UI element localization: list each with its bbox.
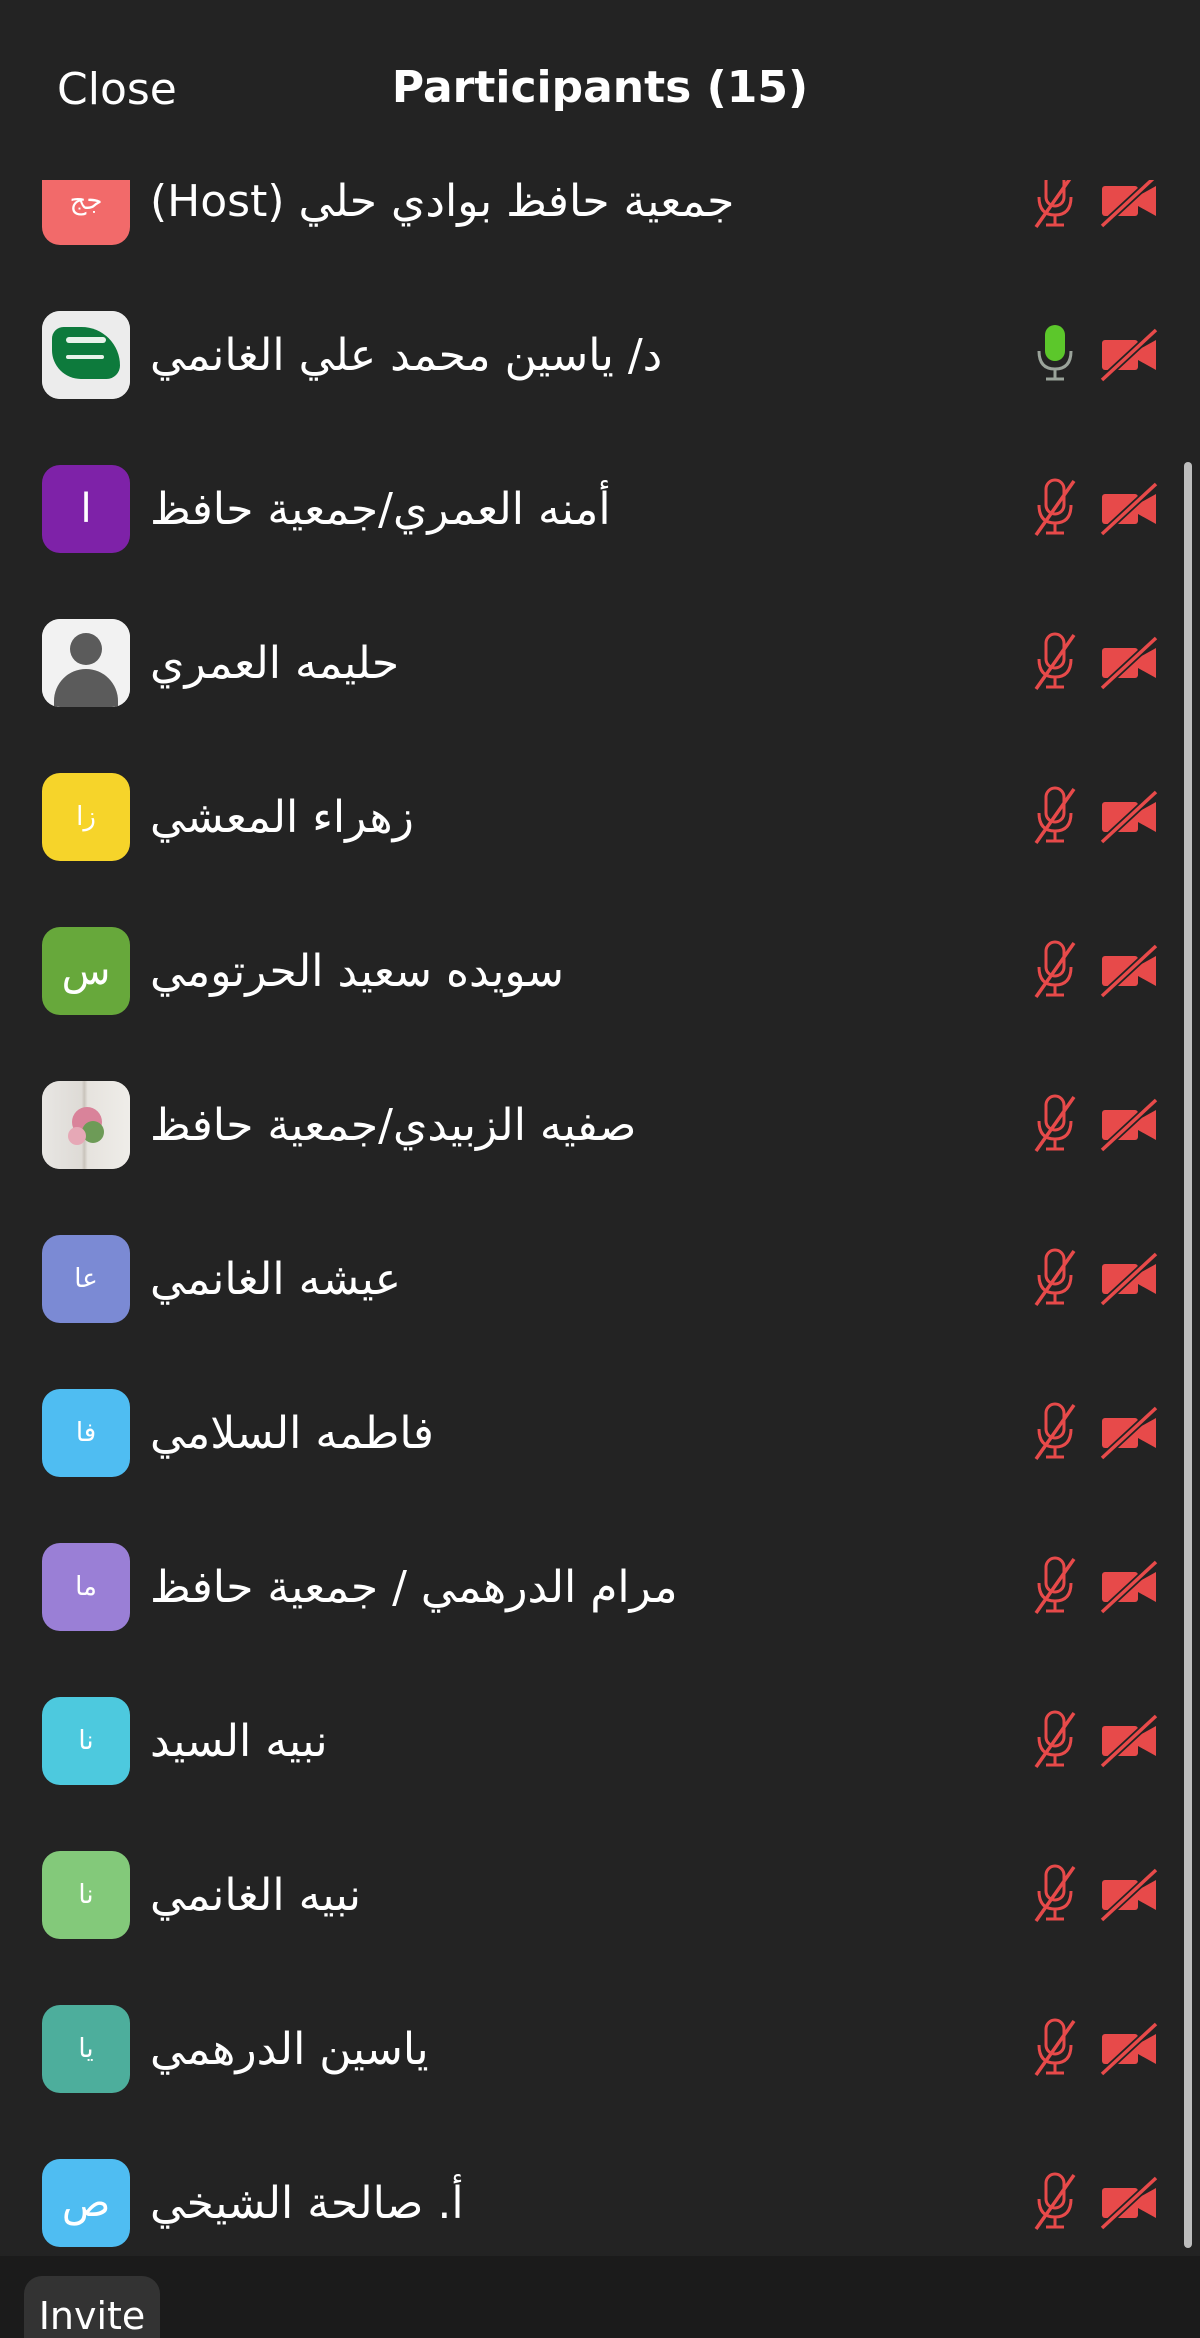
scrollbar[interactable]: [1184, 462, 1192, 2248]
participant-name-text: حليمه العمري: [150, 637, 400, 689]
participant-name-text: زهراء المعشي: [150, 791, 414, 843]
default-avatar-icon: [42, 619, 130, 707]
avatar: ا: [42, 465, 130, 553]
participant-name-text: نبيه الغانمي: [150, 1869, 361, 1921]
participant-name: حليمه العمري: [150, 586, 1010, 740]
video-off-icon[interactable]: [1098, 1097, 1160, 1153]
participant-name-text: صفيه الزبيدي/جمعية حافظ: [150, 1099, 637, 1151]
video-off-icon[interactable]: [1098, 635, 1160, 691]
video-off-icon[interactable]: [1098, 481, 1160, 537]
microphone-muted-icon[interactable]: [1030, 1861, 1080, 1929]
avatar-initials: عا: [74, 1264, 98, 1294]
avatar: نا: [42, 1697, 130, 1785]
avatar-initials: نا: [78, 1880, 94, 1910]
participant-name-text: أ. صالحة الشيخي: [150, 2177, 464, 2229]
participant-name: د/ ياسين محمد علي الغانمي: [150, 278, 1010, 432]
invite-button[interactable]: Invite: [24, 2276, 160, 2338]
participant-name-text: ياسين الدرهمي: [150, 2023, 429, 2075]
avatar: فا: [42, 1389, 130, 1477]
avatar: عا: [42, 1235, 130, 1323]
microphone-muted-icon[interactable]: [1030, 1399, 1080, 1467]
participants-screen: جج جمعية حافظ بوادي حلي (Host) د/ ياسين مح…: [0, 0, 1200, 2338]
video-off-icon[interactable]: [1098, 1713, 1160, 1769]
microphone-muted-icon[interactable]: [1030, 475, 1080, 543]
microphone-muted-icon[interactable]: [1030, 629, 1080, 697]
avatar-initials: ما: [75, 1572, 97, 1602]
participant-name-text: فاطمه السلامي: [150, 1407, 434, 1459]
avatar: ما: [42, 1543, 130, 1631]
participant-row[interactable]: حليمه العمري: [0, 586, 1200, 740]
avatar: نا: [42, 1851, 130, 1939]
avatar-initials: زا: [76, 802, 96, 832]
participant-name: زهراء المعشي: [150, 740, 1010, 894]
avatar-initials: نا: [78, 1726, 94, 1756]
video-off-icon[interactable]: [1098, 1251, 1160, 1307]
video-off-icon[interactable]: [1098, 1559, 1160, 1615]
participant-name: مرام الدرهمي / جمعية حافظ: [150, 1510, 1010, 1664]
video-off-icon[interactable]: [1098, 2021, 1160, 2077]
avatar: [42, 1081, 130, 1169]
microphone-muted-icon[interactable]: [1030, 1553, 1080, 1621]
avatar-initials: ص: [61, 2180, 111, 2226]
avatar-initials: س: [61, 948, 111, 994]
video-off-icon[interactable]: [1098, 1867, 1160, 1923]
video-off-icon[interactable]: [1098, 173, 1160, 229]
participant-row[interactable]: زا زهراء المعشي: [0, 740, 1200, 894]
participant-row[interactable]: عا عيشه الغانمي: [0, 1202, 1200, 1356]
participant-name-text: جمعية حافظ بوادي حلي (Host): [150, 175, 735, 227]
participant-name-text: سويده سعيد الحرتومي: [150, 945, 564, 997]
footer-bar: Invite: [0, 2256, 1200, 2338]
participant-name-text: د/ ياسين محمد علي الغانمي: [150, 329, 663, 381]
avatar-initials: فا: [75, 1418, 97, 1448]
participant-row[interactable]: فا فاطمه السلامي: [0, 1356, 1200, 1510]
video-off-icon[interactable]: [1098, 789, 1160, 845]
participant-row[interactable]: ص أ. صالحة الشيخي: [0, 2126, 1200, 2254]
video-off-icon[interactable]: [1098, 943, 1160, 999]
participant-name: أ. صالحة الشيخي: [150, 2126, 1010, 2254]
microphone-muted-icon[interactable]: [1030, 783, 1080, 851]
microphone-muted-icon[interactable]: [1030, 2015, 1080, 2083]
participant-name-text: نبيه السيد: [150, 1715, 328, 1767]
avatar: [42, 311, 130, 399]
avatar-initials: جج: [69, 186, 103, 216]
participant-row[interactable]: ما مرام الدرهمي / جمعية حافظ: [0, 1510, 1200, 1664]
participant-name-text: عيشه الغانمي: [150, 1253, 401, 1305]
video-off-icon[interactable]: [1098, 327, 1160, 383]
microphone-muted-icon[interactable]: [1030, 1707, 1080, 1775]
participant-name: نبيه الغانمي: [150, 1818, 1010, 1972]
avatar-initials: ا: [80, 486, 92, 532]
participant-row[interactable]: يا ياسين الدرهمي: [0, 1972, 1200, 2126]
avatar: ص: [42, 2159, 130, 2247]
participant-row[interactable]: د/ ياسين محمد علي الغانمي: [0, 278, 1200, 432]
video-off-icon[interactable]: [1098, 1405, 1160, 1461]
avatar: زا: [42, 773, 130, 861]
participant-row[interactable]: نا نبيه الغانمي: [0, 1818, 1200, 1972]
participants-list[interactable]: جج جمعية حافظ بوادي حلي (Host) د/ ياسين مح…: [0, 150, 1200, 2254]
participant-row[interactable]: صفيه الزبيدي/جمعية حافظ: [0, 1048, 1200, 1202]
participant-name: فاطمه السلامي: [150, 1356, 1010, 1510]
microphone-muted-icon[interactable]: [1030, 1245, 1080, 1313]
participant-name: سويده سعيد الحرتومي: [150, 894, 1010, 1048]
participant-row[interactable]: ا أمنه العمري/جمعية حافظ: [0, 432, 1200, 586]
avatar: س: [42, 927, 130, 1015]
participant-name-text: مرام الدرهمي / جمعية حافظ: [150, 1561, 678, 1613]
header: Close Participants (15): [0, 0, 1200, 180]
participant-name-text: أمنه العمري/جمعية حافظ: [150, 483, 611, 535]
microphone-muted-icon[interactable]: [1030, 2169, 1080, 2237]
page-title: Participants (15): [391, 62, 809, 113]
video-off-icon[interactable]: [1098, 2175, 1160, 2231]
participant-row[interactable]: س سويده سعيد الحرتومي: [0, 894, 1200, 1048]
participant-name: ياسين الدرهمي: [150, 1972, 1010, 2126]
microphone-muted-icon[interactable]: [1030, 937, 1080, 1005]
participant-name: عيشه الغانمي: [150, 1202, 1010, 1356]
avatar-initials: يا: [78, 2034, 94, 2064]
avatar: يا: [42, 2005, 130, 2093]
microphone-icon[interactable]: [1030, 321, 1080, 389]
participant-row[interactable]: نا نبيه السيد: [0, 1664, 1200, 1818]
participant-name: صفيه الزبيدي/جمعية حافظ: [150, 1048, 1010, 1202]
participant-name: نبيه السيد: [150, 1664, 1010, 1818]
microphone-muted-icon[interactable]: [1030, 1091, 1080, 1159]
participant-name: أمنه العمري/جمعية حافظ: [150, 432, 1010, 586]
